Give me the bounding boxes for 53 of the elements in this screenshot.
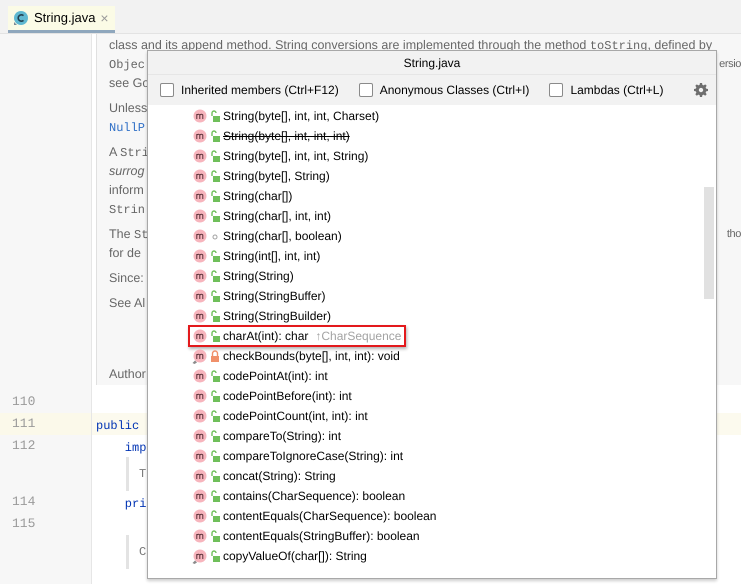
settings-icon[interactable]	[694, 83, 708, 97]
doc-text: The St	[109, 226, 148, 244]
scrollbar-thumb[interactable]	[704, 187, 714, 299]
member-item[interactable]: String(String)	[188, 265, 299, 287]
member-item[interactable]: String(int[], int, int)	[188, 245, 326, 267]
member-item[interactable]: contentEquals(CharSequence): boolean	[188, 505, 442, 527]
code-text: imp	[124, 440, 146, 457]
filter-checkbox[interactable]: Inherited members (Ctrl+F12)	[160, 81, 339, 99]
line-number: 111	[0, 413, 91, 435]
member-item[interactable]: compareTo(String): int	[188, 425, 346, 447]
member-item[interactable]: codePointCount(int, int): int	[188, 405, 373, 427]
member-item[interactable]: codePointAt(int): int	[188, 365, 333, 387]
member-item[interactable]: String(char[], boolean)	[188, 225, 347, 247]
member-item[interactable]: charAt(int): char ↑CharSequence	[188, 325, 406, 347]
member-item[interactable]: String(StringBuffer)	[188, 285, 330, 307]
doc-text: NullP	[109, 120, 146, 137]
popup-title: String.java	[148, 51, 716, 75]
filter-checkbox[interactable]: Lambdas (Ctrl+L)	[549, 81, 664, 99]
line-number: 110	[11, 393, 36, 411]
member-item[interactable]: String(byte[], String)	[188, 165, 335, 187]
doc-text: Strin	[109, 202, 146, 219]
code-text: pri	[124, 496, 146, 513]
member-item[interactable]: String(byte[], int, int, Charset)	[188, 105, 384, 127]
member-item[interactable]: codePointBefore(int): int	[188, 385, 357, 407]
member-item[interactable]: contentEquals(StringBuffer): boolean	[188, 525, 425, 547]
doc-text: See Al	[109, 295, 146, 312]
member-item[interactable]: contains(CharSequence): boolean	[188, 485, 410, 507]
member-item[interactable]: compareToIgnoreCase(String): int	[188, 445, 408, 467]
code-text: public	[95, 418, 140, 435]
member-item[interactable]: checkBounds(byte[], int, int): void	[188, 345, 405, 367]
doc-text: tho	[726, 227, 741, 242]
member-item[interactable]: String(StringBuilder)	[188, 305, 336, 327]
member-item[interactable]: String(byte[], int, int, String)	[188, 145, 374, 167]
member-item[interactable]: String(byte[], int, int, int)	[188, 125, 355, 147]
member-item[interactable]: String(char[])	[188, 185, 298, 207]
line-number: 115	[11, 515, 36, 533]
doc-text: A Stri	[109, 144, 149, 162]
member-item[interactable]: String(char[], int, int)	[188, 205, 336, 227]
doc-text: Objec	[109, 57, 146, 74]
line-number: 114	[11, 493, 36, 511]
line-number: 112	[11, 437, 36, 455]
member-item[interactable]: copyValueOf(char[]): String	[188, 545, 372, 567]
doc-text: Unless	[109, 100, 148, 117]
filter-checkbox[interactable]: Anonymous Classes (Ctrl+I)	[358, 81, 530, 99]
doc-text: ersio	[719, 57, 741, 72]
doc-text: Since:	[109, 270, 144, 287]
member-item[interactable]: concat(String): String	[188, 465, 341, 487]
doc-text: inform	[109, 182, 144, 199]
doc-text: for de	[109, 245, 141, 262]
doc-text: surrog	[109, 163, 144, 180]
doc-text: Author	[109, 366, 146, 383]
class-file-icon	[13, 10, 29, 26]
file-tab[interactable]: String.java ×	[8, 6, 115, 33]
